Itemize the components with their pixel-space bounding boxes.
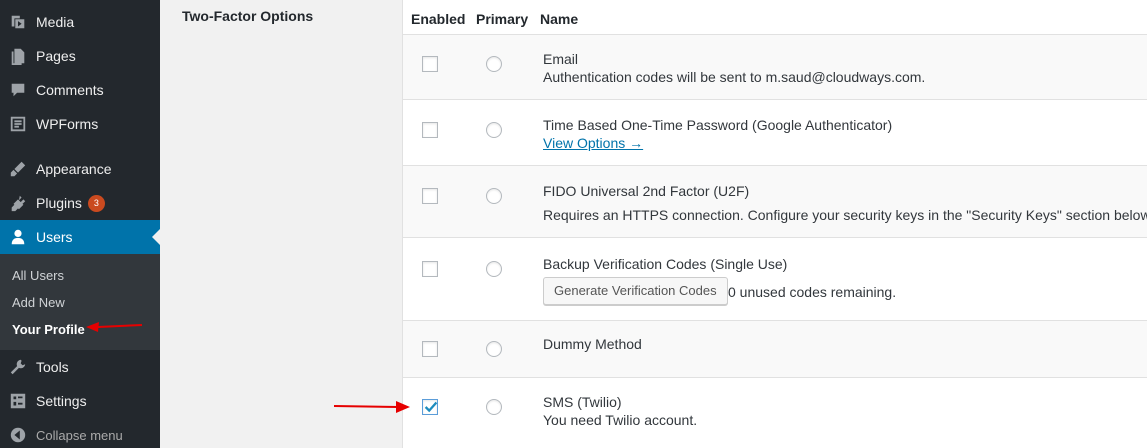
unused-codes-count: 0 unused codes remaining.: [728, 284, 897, 300]
enabled-checkbox-dummy[interactable]: [422, 341, 438, 357]
menu-item-wpforms[interactable]: WPForms: [0, 107, 160, 141]
generate-verification-codes-button[interactable]: Generate Verification Codes: [543, 277, 728, 305]
method-name: Email: [543, 51, 579, 67]
current-menu-arrow: [152, 229, 160, 245]
submenu-item-add-new[interactable]: Add New: [12, 295, 65, 310]
wpforms-icon: [0, 115, 36, 133]
menu-item-label: WPForms: [36, 116, 99, 132]
primary-radio-email[interactable]: [486, 56, 502, 72]
primary-radio-backup-codes[interactable]: [486, 261, 502, 277]
menu-item-label: Media: [36, 14, 75, 30]
column-header-enabled: Enabled: [411, 11, 466, 27]
column-header-name: Name: [540, 11, 579, 27]
table-row-dummy: Dummy Method: [403, 320, 1147, 377]
menu-item-users[interactable]: Users: [0, 220, 160, 254]
method-name: Backup Verification Codes (Single Use): [543, 256, 788, 272]
enabled-checkbox-totp[interactable]: [422, 122, 438, 138]
table-row-u2f: FIDO Universal 2nd Factor (U2F) Requires…: [403, 165, 1147, 237]
column-header-primary: Primary: [476, 11, 529, 27]
plugins-update-count: 3: [87, 194, 105, 212]
method-name: Dummy Method: [543, 336, 642, 352]
users-submenu: All Users Add New Your Profile: [0, 254, 160, 350]
enabled-checkbox-backup-codes[interactable]: [422, 261, 438, 277]
media-icon: [0, 13, 36, 31]
admin-sidebar: Media Pages Comments WPForms Appearance …: [0, 0, 160, 448]
table-row-sms: SMS (Twilio) You need Twilio account.: [403, 377, 1147, 448]
menu-item-settings[interactable]: Settings: [0, 384, 160, 418]
menu-item-tools[interactable]: Tools: [0, 350, 160, 384]
two-factor-options-label: Two-Factor Options: [182, 8, 314, 24]
method-name: SMS (Twilio): [543, 394, 622, 410]
pages-icon: [0, 47, 36, 65]
two-factor-methods-table: Enabled Primary Name Email Authenticatio…: [402, 0, 1147, 448]
enabled-checkbox-sms[interactable]: [422, 399, 438, 415]
menu-item-label: Tools: [36, 359, 69, 375]
submenu-item-your-profile[interactable]: Your Profile: [12, 322, 85, 337]
menu-item-label: Pages: [36, 48, 76, 64]
annotation-arrow-sms: [333, 401, 410, 413]
table-row-email: Email Authentication codes will be sent …: [403, 34, 1147, 99]
checkmark-icon: [424, 401, 438, 413]
menu-item-comments[interactable]: Comments: [0, 73, 160, 107]
menu-item-media[interactable]: Media: [0, 5, 160, 39]
method-description: Authentication codes will be sent to m.s…: [543, 69, 926, 85]
menu-item-pages[interactable]: Pages: [0, 39, 160, 73]
enabled-checkbox-u2f[interactable]: [422, 188, 438, 204]
menu-item-label: Comments: [36, 82, 104, 98]
primary-radio-u2f[interactable]: [486, 188, 502, 204]
primary-radio-sms[interactable]: [486, 399, 502, 415]
menu-item-appearance[interactable]: Appearance: [0, 152, 160, 186]
submenu-item-all-users[interactable]: All Users: [12, 268, 64, 283]
menu-item-label: Settings: [36, 393, 87, 409]
annotation-arrow-your-profile: [86, 322, 143, 332]
method-description: You need Twilio account.: [543, 412, 698, 428]
settings-icon: [0, 392, 36, 410]
users-icon: [0, 228, 36, 246]
appearance-icon: [0, 160, 36, 178]
tools-icon: [0, 358, 36, 376]
collapse-menu-button[interactable]: Collapse menu: [0, 418, 160, 448]
method-description: Requires an HTTPS connection. Configure …: [543, 207, 1147, 223]
comments-icon: [0, 81, 36, 99]
table-row-backup-codes: Backup Verification Codes (Single Use) G…: [403, 237, 1147, 320]
primary-radio-dummy[interactable]: [486, 341, 502, 357]
collapse-icon: [0, 426, 36, 444]
menu-item-label: Appearance: [36, 161, 112, 177]
menu-item-label: Users: [36, 229, 73, 245]
plugins-icon: [0, 194, 36, 212]
menu-item-plugins[interactable]: Plugins 3: [0, 186, 160, 220]
method-name: Time Based One-Time Password (Google Aut…: [543, 117, 893, 133]
menu-item-label: Plugins: [36, 195, 82, 211]
collapse-menu-label: Collapse menu: [36, 427, 123, 443]
view-options-link[interactable]: View Options →: [543, 135, 643, 151]
primary-radio-totp[interactable]: [486, 122, 502, 138]
enabled-checkbox-email[interactable]: [422, 56, 438, 72]
table-row-totp: Time Based One-Time Password (Google Aut…: [403, 99, 1147, 165]
method-name: FIDO Universal 2nd Factor (U2F): [543, 183, 750, 199]
